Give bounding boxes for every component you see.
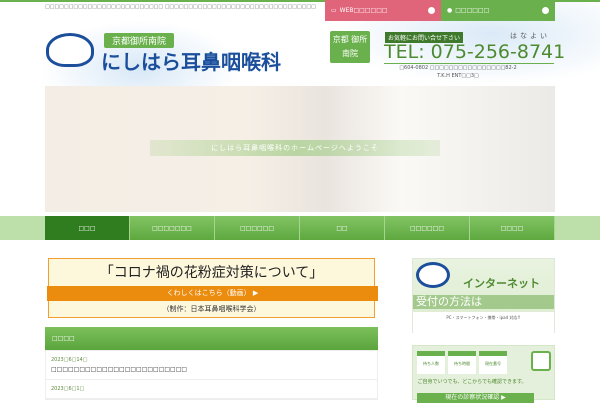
wait-time-box: 待ち時間 <box>448 351 476 374</box>
address-line: □604-0802 □□□□□□□□□□□□□□□□82-2 <box>399 65 517 71</box>
wait-status-banner[interactable]: 待ち人数 待ち時間 現在番号 ご自身でいつでも、どこからでも確認できます。 現在… <box>412 345 555 403</box>
address: □604-0802 □□□□□□□□□□□□□□□□82-2 T.K.H ENT□… <box>388 64 528 80</box>
access-button[interactable]: ● □□□□□□ <box>441 0 555 21</box>
elephant-logo-icon[interactable] <box>46 33 94 67</box>
phone-number[interactable]: TEL: 075-256-8741 <box>384 41 565 64</box>
map-pin-icon: ● <box>447 7 453 14</box>
web-reservation-button[interactable]: ▭ WEB□□□□□□ <box>325 0 441 21</box>
nav-item[interactable]: □□□□□□ <box>215 216 300 240</box>
banner-video-link[interactable]: くわしくはこちら（動画） ▶ <box>47 286 378 301</box>
news-item[interactable]: 2023□6□14□ □□□□□□□□□□□□□□□□□□□□□□□□ <box>46 351 377 380</box>
access-button-label: □□□□□□ <box>455 7 490 14</box>
devices-note: PC・スマートフォン・携帯・ipad 対応!! <box>413 312 554 334</box>
elephant-icon <box>416 262 450 288</box>
pollen-banner[interactable]: 「コロナ禍の花粉症対策について」 くわしくはこちら（動画） ▶ （制作：日本耳鼻… <box>47 258 378 318</box>
banner-title: 「コロナ禍の花粉症対策について」 <box>99 265 324 281</box>
nav-item[interactable]: □□ <box>300 216 385 240</box>
main-nav: □□□ □□□□□□□ □□□□□□ □□ □□□□□□ □□□□ <box>45 216 555 240</box>
nav-item-home[interactable]: □□□ <box>45 216 130 240</box>
address-line: T.K.H ENT□□3□ <box>437 73 479 79</box>
current-number-box: 現在番号 <box>479 351 507 374</box>
nav-item[interactable]: □□□□□□□ <box>130 216 215 240</box>
news-title[interactable]: □□□□□□□□□□□□□□□□□□□□□□□□ <box>51 366 372 373</box>
arrow-icon <box>542 7 549 14</box>
nav-item[interactable]: □□□□□□ <box>385 216 470 240</box>
news-heading: □□□□ <box>45 327 378 350</box>
banner-credit: （制作：日本耳鼻咽喉科学会） <box>162 305 261 313</box>
web-button-label: WEB□□□□□□ <box>339 7 388 14</box>
hero-caption: にしはら耳鼻咽喉科のホームページへようこそ <box>150 140 440 156</box>
anywhere-text: ご自身でいつでも、どこからでも確認できます。 <box>417 379 527 385</box>
calendar-icon: ▭ <box>331 7 337 14</box>
arrow-icon <box>428 7 435 14</box>
tagline: □□□□□□□□□□□□□□□□□□□□□□□□□ □□□□□□□□□□□□□□… <box>45 4 316 10</box>
area-badge: 京都 御所南院 <box>330 31 370 63</box>
news-date: 2023□6□14□ <box>51 357 88 363</box>
logo-title[interactable]: にしはら耳鼻咽喉科 <box>101 46 281 75</box>
phone-reading: はなよい <box>510 32 550 40</box>
calendar-search-icon <box>531 351 551 371</box>
news-list: 2023□6□14□ □□□□□□□□□□□□□□□□□□□□□□□□ 2023… <box>45 350 378 400</box>
internet-reception-banner[interactable]: インターネット 受付の方法は PC・スマートフォン・携帯・ipad 対応!! <box>412 258 555 334</box>
howto-label: 受付の方法は <box>413 295 554 309</box>
internet-label: インターネット <box>463 277 540 290</box>
news-item[interactable]: 2023□6□1□ <box>46 380 377 399</box>
status-check-button[interactable]: 現在の診察状況確認 ▶ <box>417 393 534 403</box>
news-date: 2023□6□1□ <box>51 386 85 392</box>
wait-count-box: 待ち人数 <box>417 351 445 374</box>
nav-item[interactable]: □□□□ <box>470 216 555 240</box>
